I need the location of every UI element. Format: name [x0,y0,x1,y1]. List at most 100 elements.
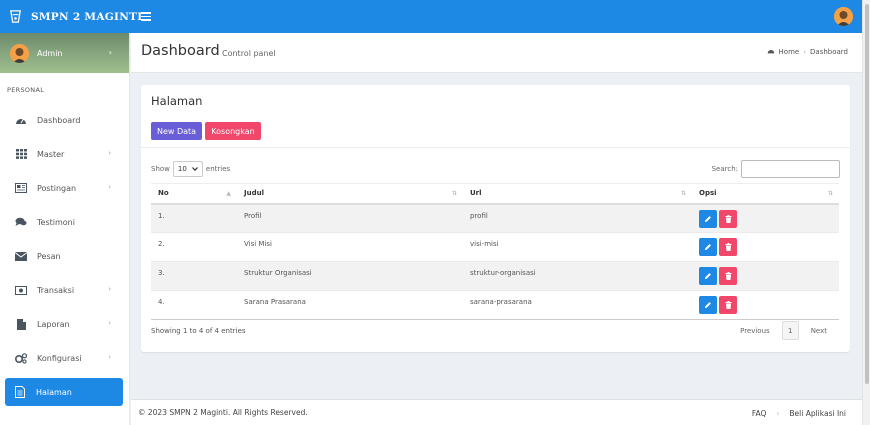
page-icon [13,385,27,399]
column-header-url[interactable]: Url ⇅ [463,183,692,205]
sort-asc-icon: ▲ [226,190,231,197]
delete-button[interactable] [719,267,737,285]
cell-opsi [692,290,839,320]
sidebar-item-label: Postingan [37,183,77,193]
footer: © 2023 SMPN 2 Maginti. All Rights Reserv… [131,399,862,425]
kosongkan-button[interactable]: Kosongkan [205,122,261,140]
cell-no: 1. [151,203,237,233]
sidebar-item-label: Master [37,149,65,159]
top-navbar: SMPN 2 MAGINTI [0,0,862,33]
search-input[interactable] [741,160,840,178]
sidebar-item-halaman[interactable]: Halaman [5,378,123,406]
sidebar: Admin › PERSONAL Dashboard Master › Post… [0,33,130,425]
column-header-judul[interactable]: Judul ⇅ [237,183,463,205]
cell-judul: Visi Misi [237,232,463,262]
halaman-table: No ▲ Judul ⇅ Url ⇅ Opsi ⇅ 1. Profil profil 2… [151,183,839,320]
page-1-button[interactable]: 1 [781,321,799,340]
sort-icon: ⇅ [680,190,686,197]
delete-button[interactable] [719,296,737,314]
sidebar-item-label: Konfigurasi [37,353,82,363]
newspaper-icon [14,181,28,195]
sidebar-item-pesan[interactable]: Pesan [0,239,129,273]
pencil-icon [705,244,711,250]
entries-select[interactable]: 10 [172,161,203,177]
sidebar-item-label: Dashboard [37,115,81,125]
cell-judul: Profil [237,203,463,233]
entries-length-control: Show 10 entries [151,161,230,177]
user-panel[interactable]: Admin › [0,33,129,73]
entries-select-value: 10 [177,165,187,173]
edit-button[interactable] [699,296,717,314]
pencil-icon [705,215,711,222]
sidebar-item-label: Laporan [37,319,70,329]
cell-url: sarana-prasarana [463,290,692,320]
cell-judul: Struktur Organisasi [237,261,463,291]
chevron-right-icon: › [108,285,111,293]
cell-opsi [692,232,839,262]
sidebar-item-testimoni[interactable]: Testimoni [0,205,129,239]
next-page-button[interactable]: Next [805,327,833,335]
sidebar-item-postingan[interactable]: Postingan › [0,171,129,205]
breadcrumb-separator: › [803,48,807,56]
divider [141,147,850,148]
pencil-icon [705,302,711,308]
breadcrumb-home[interactable]: Home [779,48,800,56]
footer-links: FAQ › Beli Aplikasi Ini [752,409,846,418]
show-label: Show [151,165,170,173]
edit-button[interactable] [699,238,717,256]
edit-button[interactable] [699,209,717,228]
file-icon [14,317,28,331]
sidebar-item-dashboard[interactable]: Dashboard [0,103,129,137]
footer-copyright: © 2023 SMPN 2 Maginti. All Rights Reserv… [138,408,308,417]
previous-page-button[interactable]: Previous [734,327,776,335]
footer-link-faq[interactable]: FAQ [752,409,767,418]
page-scrollbar[interactable] [862,0,870,425]
grid-icon [14,147,28,161]
cogs-icon [14,351,28,365]
chat-icon [14,215,28,229]
footer-separator: › [776,409,780,418]
chevron-down-icon [191,165,198,173]
table-row: 1. Profil profil [151,203,839,233]
sidebar-toggle-icon[interactable] [141,12,151,21]
breadcrumb-current: Dashboard [810,48,848,56]
dashboard-icon [767,48,775,56]
chevron-right-icon: › [108,48,112,57]
sidebar-item-label: Halaman [36,387,72,397]
pagination: Previous 1 Next [734,321,833,340]
sidebar-item-label: Transaksi [37,285,75,295]
search-label: Search: [711,165,738,173]
top-user-avatar[interactable] [834,7,853,26]
box-title: Halaman [151,94,203,108]
breadcrumb: Home › Dashboard [767,48,848,56]
user-avatar [10,43,29,63]
dashboard-icon [14,113,28,127]
cell-judul: Sarana Prasarana [237,290,463,320]
footer-link-buy[interactable]: Beli Aplikasi Ini [789,409,846,418]
pencil-icon [705,273,711,279]
halaman-box: Halaman New Data Kosongkan Show 10 entri… [141,85,850,352]
trash-icon [725,214,731,223]
table-row: 4. Sarana Prasarana sarana-prasarana [151,290,839,320]
sidebar-item-laporan[interactable]: Laporan › [0,307,129,341]
new-data-button[interactable]: New Data [151,122,202,140]
column-header-no[interactable]: No ▲ [151,183,237,205]
sidebar-item-konfigurasi[interactable]: Konfigurasi › [0,341,129,375]
table-search: Search: [712,160,840,178]
sidebar-item-master[interactable]: Master › [0,137,129,171]
content-header: Dashboard Control panel Home › Dashboard [131,33,862,73]
chevron-right-icon: › [108,183,111,191]
sort-icon: ⇅ [827,190,833,197]
sidebar-item-transaksi[interactable]: Transaksi › [0,273,129,307]
edit-button[interactable] [699,267,717,285]
chevron-right-icon: › [108,353,111,361]
trash-icon [725,272,731,280]
delete-button[interactable] [719,238,737,256]
brand[interactable]: SMPN 2 MAGINTI [0,0,142,33]
table-info: Showing 1 to 4 of 4 entries [151,327,246,335]
trash-icon [725,301,731,309]
entries-label: entries [205,165,231,173]
chevron-right-icon: › [108,319,111,327]
delete-button[interactable] [719,209,737,228]
column-header-opsi[interactable]: Opsi ⇅ [692,183,839,205]
